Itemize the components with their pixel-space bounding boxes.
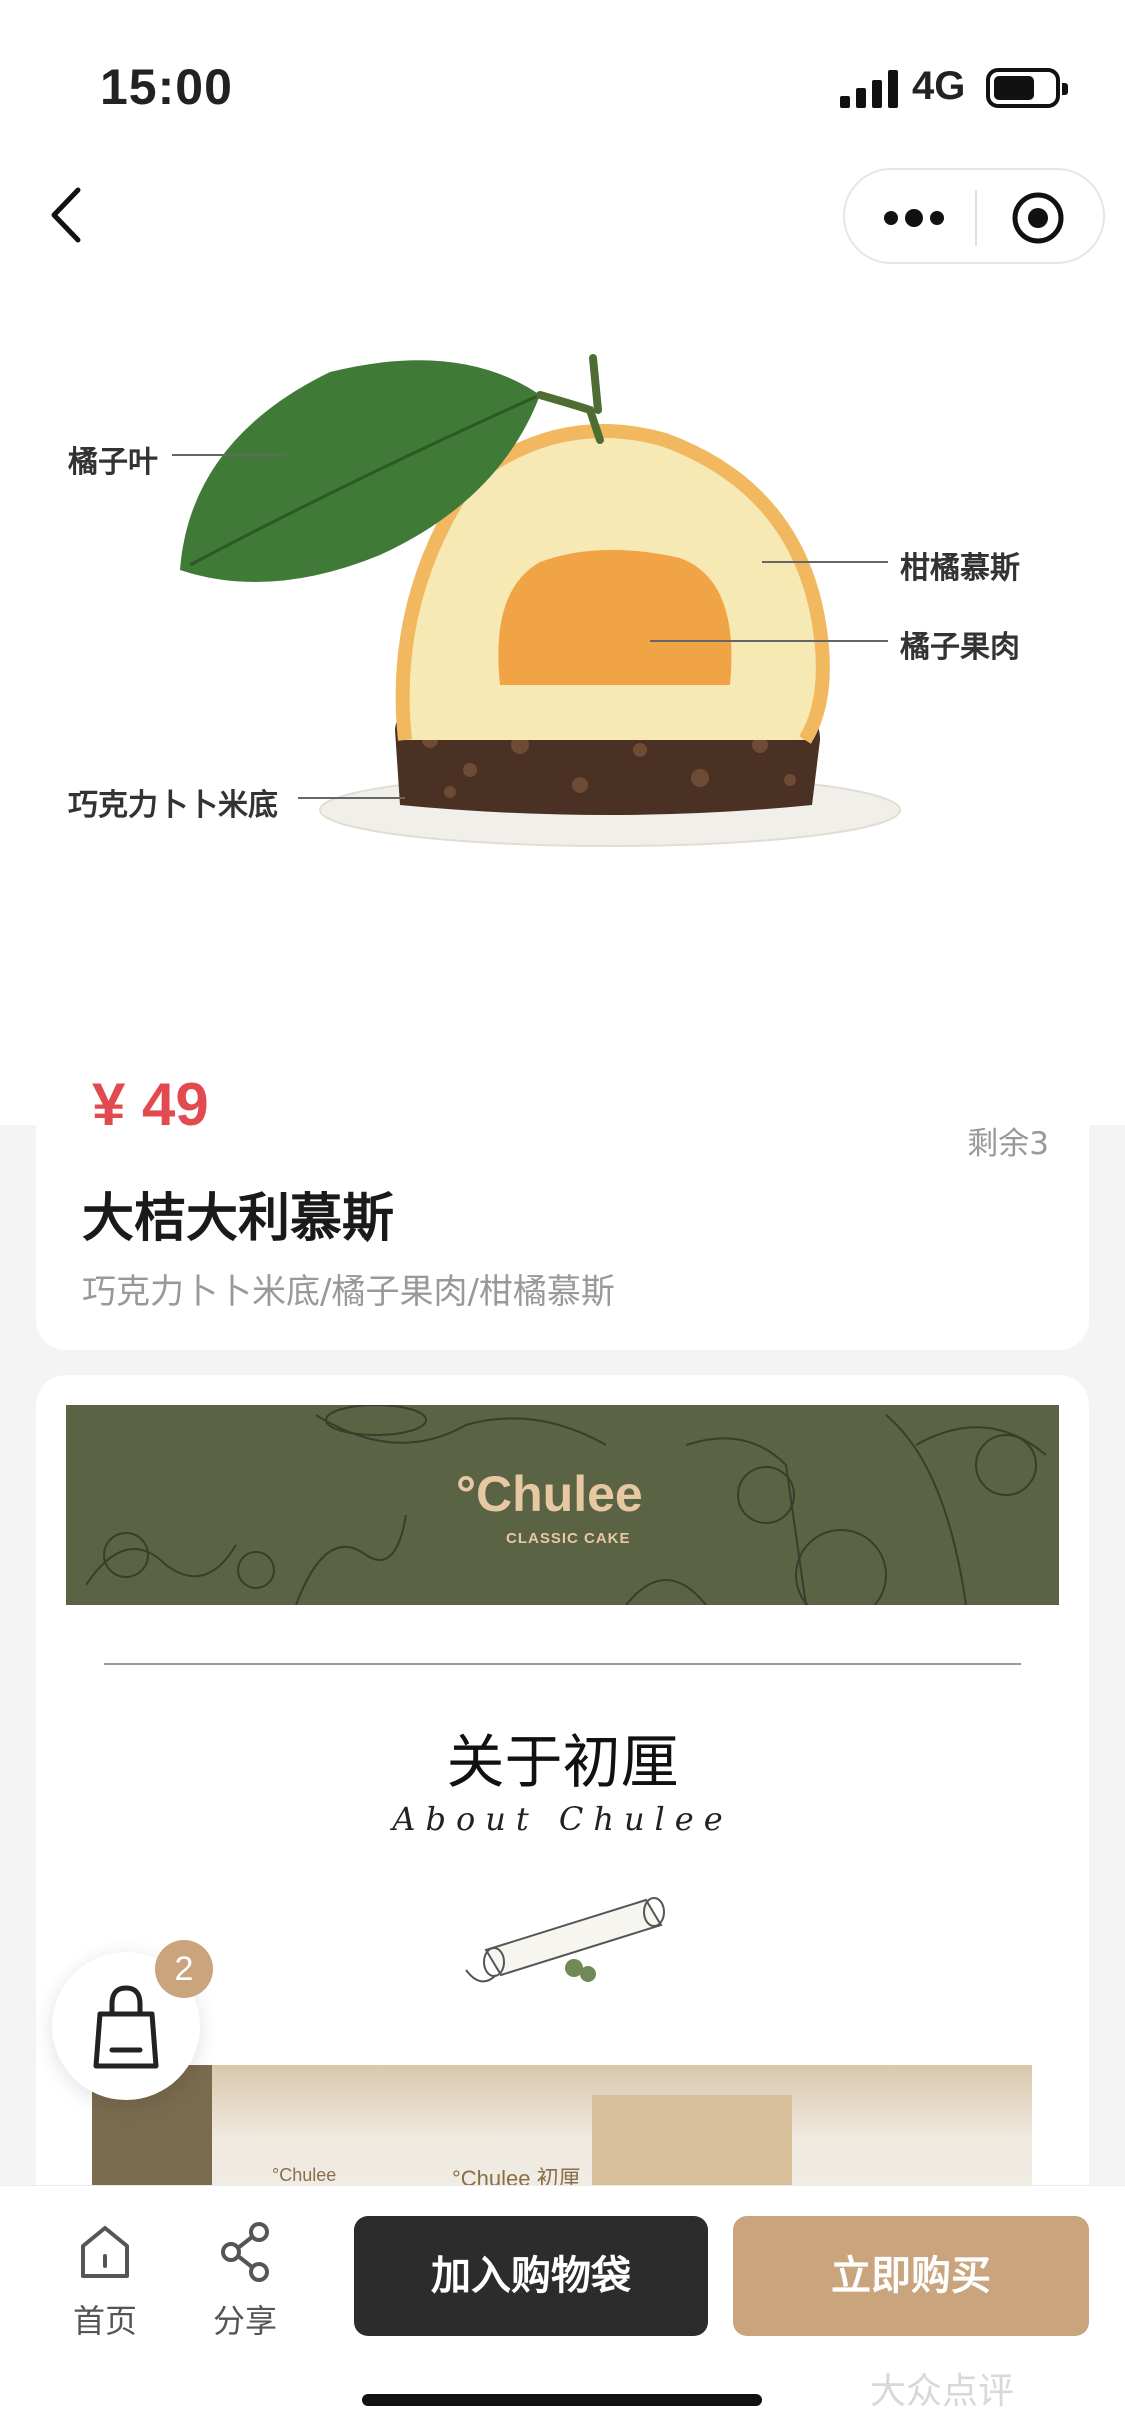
about-script-subtitle: About Chulee xyxy=(392,1800,733,1838)
cart-count-badge: 2 xyxy=(155,1940,213,1998)
cake-illustration xyxy=(172,354,901,847)
more-button[interactable] xyxy=(879,198,949,238)
signal-icon xyxy=(840,70,900,108)
mini-program-capsule xyxy=(843,168,1105,264)
section-divider xyxy=(104,1663,1021,1665)
brand-banner: °Chulee CLASSIC CAKE xyxy=(66,1405,1059,1605)
tab-home[interactable]: 首页 xyxy=(55,2216,155,2340)
tab-share-label: 分享 xyxy=(212,2302,277,2340)
back-button[interactable] xyxy=(40,180,100,250)
battery-icon xyxy=(986,68,1068,108)
chevron-left-icon xyxy=(51,187,81,243)
tab-share[interactable]: 分享 xyxy=(195,2216,295,2340)
product-subtitle: 巧克力卜卜米底/橘子果肉/柑橘慕斯 xyxy=(82,1272,615,1312)
status-bar: 15:00 4G xyxy=(0,0,1125,150)
product-info-card: ¥ 49 剩余3 大桔大利慕斯 巧克力卜卜米底/橘子果肉/柑橘慕斯 xyxy=(36,1071,1089,1350)
stock-remaining: 剩余3 xyxy=(967,1126,1049,1162)
buy-now-button[interactable]: 立即购买 xyxy=(733,2216,1089,2336)
about-title: 关于初厘 xyxy=(446,1728,679,1796)
share-icon xyxy=(221,2222,269,2282)
home-icon xyxy=(81,2226,129,2278)
store-sign-left: °Chulee xyxy=(272,2165,337,2185)
product-diagram: 橘子叶 柑橘慕斯 橘子果肉 巧克力卜卜米底 xyxy=(0,300,1125,920)
network-label: 4G xyxy=(912,64,966,108)
scroll-illustration xyxy=(456,1880,686,1995)
brand-name: °Chulee xyxy=(456,1466,643,1522)
watermark: 大众点评 xyxy=(870,2371,1015,2412)
close-mini-program-button[interactable] xyxy=(1010,190,1066,246)
brand-tagline: CLASSIC CAKE xyxy=(506,1530,631,1547)
product-price: ¥ 49 xyxy=(92,1071,209,1138)
more-dots-icon xyxy=(884,209,944,227)
label-pulp: 橘子果肉 xyxy=(900,630,1020,665)
capsule-divider xyxy=(975,190,977,246)
product-detail-card: °Chulee CLASSIC CAKE 关于初厘 About Chulee °… xyxy=(36,1375,1089,2275)
label-base: 巧克力卜卜米底 xyxy=(68,788,278,823)
tab-home-label: 首页 xyxy=(72,2302,137,2340)
add-to-cart-button[interactable]: 加入购物袋 xyxy=(354,2216,708,2336)
label-leaf: 橘子叶 xyxy=(68,445,158,480)
home-indicator[interactable] xyxy=(362,2394,762,2406)
target-icon xyxy=(1012,192,1064,244)
label-mousse: 柑橘慕斯 xyxy=(900,551,1020,586)
status-time: 15:00 xyxy=(100,59,233,115)
product-title: 大桔大利慕斯 xyxy=(82,1189,395,1249)
